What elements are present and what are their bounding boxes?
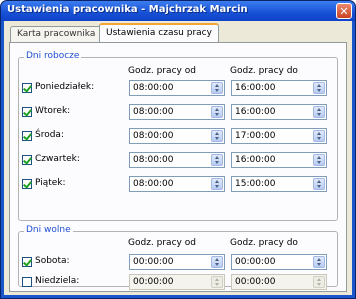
day-label: Piątek: bbox=[35, 178, 66, 188]
spin-arrows-icon[interactable] bbox=[211, 106, 223, 118]
time-from-input[interactable]: 00:00:00 bbox=[129, 254, 225, 270]
time-from-value: 08:00:00 bbox=[133, 131, 174, 141]
day-checkbox[interactable] bbox=[22, 277, 32, 287]
day-label: Wtorek: bbox=[35, 106, 71, 116]
time-from-value: 00:00:00 bbox=[133, 277, 174, 287]
spin-arrows-icon[interactable] bbox=[313, 256, 325, 268]
workdays-group-label: Dni robocze bbox=[24, 51, 82, 61]
spin-arrows-icon[interactable] bbox=[211, 256, 223, 268]
time-to-value: 00:00:00 bbox=[235, 257, 276, 267]
spin-arrows-icon[interactable] bbox=[211, 154, 223, 166]
workdays-group: Dni robocze Godz. pracy od Godz. pracy d… bbox=[18, 51, 338, 221]
spin-arrows-icon[interactable] bbox=[313, 276, 325, 288]
time-to-input[interactable]: 00:00:00 bbox=[231, 254, 327, 270]
time-to-input[interactable]: 16:00:00 bbox=[231, 80, 327, 96]
tab-employee-card[interactable]: Karta pracownika bbox=[10, 26, 103, 43]
time-to-value: 00:00:00 bbox=[235, 277, 276, 287]
spin-arrows-icon[interactable] bbox=[313, 178, 325, 190]
time-from-value: 08:00:00 bbox=[133, 83, 174, 93]
time-to-value: 16:00:00 bbox=[235, 155, 276, 165]
day-checkbox[interactable] bbox=[22, 155, 32, 165]
day-label: Poniedziałek: bbox=[35, 82, 95, 92]
time-from-input[interactable]: 08:00:00 bbox=[129, 152, 225, 168]
time-to-input[interactable]: 16:00:00 bbox=[231, 104, 327, 120]
window-client-area: Karta pracownika Ustawienia czasu pracy … bbox=[4, 21, 352, 295]
day-label: Czwartek: bbox=[35, 154, 80, 164]
window-title: Ustawienia pracownika - Majchrzak Marcin bbox=[7, 4, 248, 15]
time-from-value: 08:00:00 bbox=[133, 107, 174, 117]
weekend-col-to: Godz. pracy do bbox=[230, 238, 298, 248]
day-checkbox[interactable] bbox=[22, 257, 32, 267]
time-from-input[interactable]: 08:00:00 bbox=[129, 80, 225, 96]
close-icon: ✕ bbox=[339, 5, 349, 18]
time-to-value: 17:00:00 bbox=[235, 131, 276, 141]
time-to-value: 15:00:00 bbox=[235, 179, 276, 189]
spin-arrows-icon[interactable] bbox=[313, 82, 325, 94]
time-to-input[interactable]: 15:00:00 bbox=[231, 176, 327, 192]
spin-arrows-icon[interactable] bbox=[313, 154, 325, 166]
weekend-group: Dni wolne Godz. pracy od Godz. pracy do … bbox=[18, 225, 338, 290]
time-from-input[interactable]: 00:00:00 bbox=[129, 274, 225, 290]
time-from-value: 08:00:00 bbox=[133, 179, 174, 189]
close-button[interactable]: ✕ bbox=[336, 3, 352, 19]
spin-arrows-icon[interactable] bbox=[211, 178, 223, 190]
title-bar[interactable]: Ustawienia pracownika - Majchrzak Marcin… bbox=[1, 1, 355, 21]
time-to-input[interactable]: 17:00:00 bbox=[231, 128, 327, 144]
time-from-input[interactable]: 08:00:00 bbox=[129, 176, 225, 192]
workdays-col-to: Godz. pracy do bbox=[230, 66, 298, 76]
time-from-value: 08:00:00 bbox=[133, 155, 174, 165]
time-from-input[interactable]: 08:00:00 bbox=[129, 104, 225, 120]
time-to-input[interactable]: 16:00:00 bbox=[231, 152, 327, 168]
weekend-group-label: Dni wolne bbox=[24, 225, 73, 235]
day-label: Środa: bbox=[35, 130, 64, 140]
tab-work-time-settings[interactable]: Ustawienia czasu pracy bbox=[99, 23, 219, 43]
spin-arrows-icon[interactable] bbox=[313, 106, 325, 118]
time-to-input[interactable]: 00:00:00 bbox=[231, 274, 327, 290]
time-to-value: 16:00:00 bbox=[235, 107, 276, 117]
day-checkbox[interactable] bbox=[22, 83, 32, 93]
day-checkbox[interactable] bbox=[22, 107, 32, 117]
day-checkbox[interactable] bbox=[22, 131, 32, 141]
day-label: Sobota: bbox=[35, 256, 70, 266]
day-checkbox[interactable] bbox=[22, 179, 32, 189]
time-from-value: 00:00:00 bbox=[133, 257, 174, 267]
settings-window: Ustawienia pracownika - Majchrzak Marcin… bbox=[0, 0, 356, 299]
spin-arrows-icon[interactable] bbox=[211, 82, 223, 94]
weekend-col-from: Godz. pracy od bbox=[128, 238, 196, 248]
time-to-value: 16:00:00 bbox=[235, 83, 276, 93]
spin-arrows-icon[interactable] bbox=[313, 130, 325, 142]
day-label: Niedziela: bbox=[35, 276, 80, 286]
tab-panel: Dni robocze Godz. pracy od Godz. pracy d… bbox=[9, 42, 347, 292]
spin-arrows-icon[interactable] bbox=[211, 276, 223, 288]
time-from-input[interactable]: 08:00:00 bbox=[129, 128, 225, 144]
spin-arrows-icon[interactable] bbox=[211, 130, 223, 142]
workdays-col-from: Godz. pracy od bbox=[128, 66, 196, 76]
